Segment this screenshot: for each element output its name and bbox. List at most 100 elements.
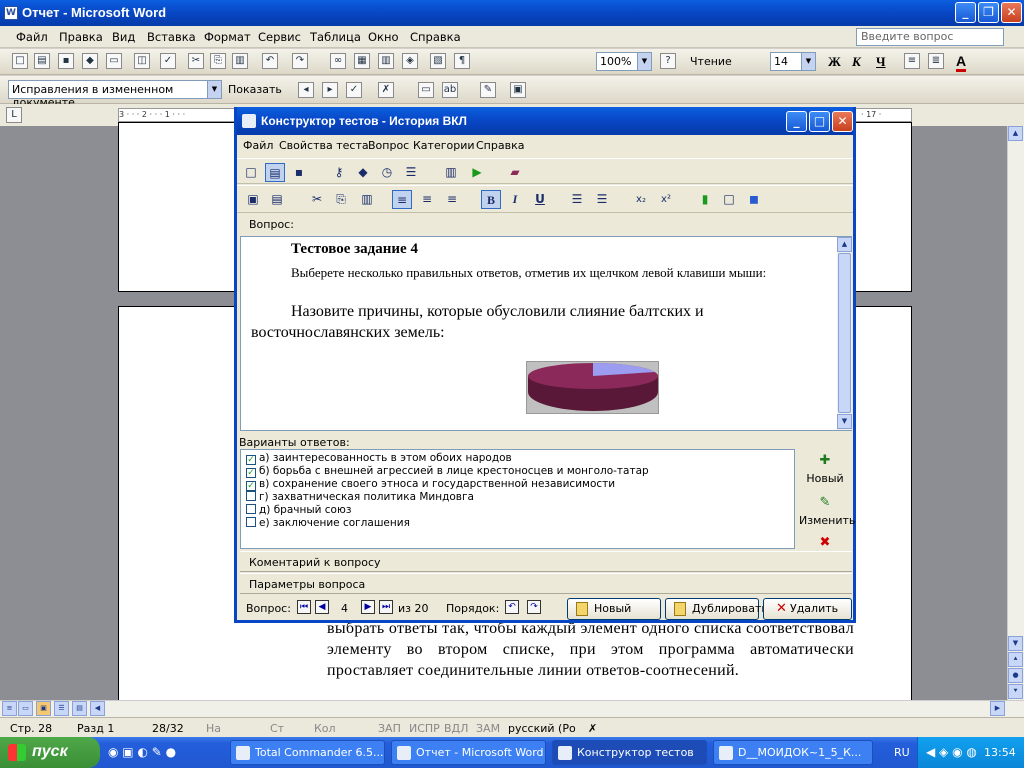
browse-object-icon[interactable]: ●	[1008, 668, 1023, 683]
copy-icon[interactable]: ⎘	[210, 53, 226, 69]
tray-icons[interactable]: ◀ ◈ ◉ ◍	[926, 745, 977, 759]
vertical-scrollbar[interactable]: ▲ ▼ ⯅ ● ⯆	[1007, 126, 1024, 700]
help-icon[interactable]: ?	[660, 53, 676, 69]
track-changes-icon[interactable]: ✎	[480, 82, 496, 98]
checkbox-unchecked[interactable]	[246, 517, 256, 527]
paste-icon[interactable]: ▥	[357, 190, 377, 209]
prev-page-icon[interactable]: ⯅	[1008, 652, 1023, 667]
italic-button[interactable]: К	[852, 54, 861, 70]
answer-item[interactable]: е) заключение соглашения	[246, 517, 410, 529]
read-mode-button[interactable]: Чтение	[690, 55, 732, 68]
timer-icon[interactable]: ◷	[377, 163, 397, 182]
edit-answer-button[interactable]: ✎ Изменить	[799, 495, 855, 527]
bold-icon[interactable]: B	[481, 190, 501, 209]
underline-icon[interactable]: U	[530, 190, 550, 209]
pilcrow-icon[interactable]: ¶	[454, 53, 470, 69]
status-language[interactable]: русский (Ро	[508, 722, 576, 735]
checkbox-unchecked[interactable]	[246, 504, 256, 514]
web-view-icon[interactable]: ▭	[18, 701, 33, 716]
app-icon[interactable]	[242, 114, 256, 128]
menu-view[interactable]: Вид	[112, 30, 135, 44]
align-left-icon[interactable]: ≡	[392, 190, 412, 209]
order-down-icon[interactable]: ↷	[527, 600, 541, 614]
answer-item[interactable]: г) захватническая политика Миндовга	[246, 491, 474, 503]
status-ext[interactable]: ВДЛ	[444, 722, 468, 735]
bold-button[interactable]: Ж	[828, 54, 841, 70]
menu-tools[interactable]: Сервис	[258, 30, 301, 44]
permission-icon[interactable]: ◆	[82, 53, 98, 69]
document-paragraph[interactable]: выбрать ответы так, чтобы каждый элемент…	[327, 618, 854, 681]
dialog-maximize-button[interactable]: □	[809, 111, 830, 132]
normal-view-icon[interactable]: ≡	[2, 701, 17, 716]
list-icon[interactable]: ☰	[401, 163, 421, 182]
print-preview-icon[interactable]: ◫	[134, 53, 150, 69]
dlg-menu-help[interactable]: Справка	[476, 139, 524, 152]
italic-icon[interactable]: I	[505, 190, 525, 209]
spelling-icon[interactable]: ✓	[160, 53, 176, 69]
paste-icon[interactable]: ▥	[232, 53, 248, 69]
delete-question-button[interactable]: ✕ Удалить	[763, 598, 852, 620]
warning-icon[interactable]: ◆	[353, 163, 373, 182]
checkbox-checked[interactable]: ✓	[246, 481, 256, 491]
tab-selector-icon[interactable]: L	[6, 107, 22, 123]
undo-icon[interactable]: ↶	[262, 53, 278, 69]
preview-icon[interactable]: ▥	[441, 163, 461, 182]
cut-icon[interactable]: ✂	[307, 190, 327, 209]
dlg-menu-test-properties[interactable]: Свойства теста	[279, 139, 369, 152]
new-answer-button[interactable]: ✚ Новый	[799, 453, 851, 485]
restore-button[interactable]: ❐	[978, 2, 999, 23]
start-button[interactable]: пуск	[0, 737, 100, 768]
insert-icon[interactable]: ▣	[243, 190, 263, 209]
next-question-icon[interactable]: ▶	[361, 600, 375, 614]
menu-window[interactable]: Окно	[368, 30, 399, 44]
run-icon[interactable]: ▶	[467, 163, 487, 182]
show-markup-button[interactable]: Показать	[228, 83, 282, 96]
highlight-icon[interactable]: ab	[442, 82, 458, 98]
word-app-icon[interactable]: W	[4, 6, 18, 20]
zoom-select[interactable]: 100% ▼	[596, 52, 652, 71]
table-icon[interactable]: ▦	[354, 53, 370, 69]
font-size-select[interactable]: 14 ▼	[770, 52, 816, 71]
answer-item[interactable]: ✓ а) заинтересованность в этом обоих наро…	[246, 452, 512, 465]
menu-table[interactable]: Таблица	[310, 30, 361, 44]
accept-change-icon[interactable]: ✓	[346, 82, 362, 98]
dlg-menu-file[interactable]: Файл	[243, 139, 273, 152]
numbering-icon[interactable]: ☰	[592, 190, 612, 209]
first-question-icon[interactable]: ⏮	[297, 600, 311, 614]
subscript-icon[interactable]: x₂	[631, 190, 651, 209]
task-test-constructor[interactable]: Конструктор тестов	[552, 740, 707, 765]
align-right-icon[interactable]: ≡	[442, 190, 462, 209]
status-ovr[interactable]: ЗАМ	[476, 722, 500, 735]
underline-button[interactable]: Ч	[876, 54, 886, 70]
checkbox-unchecked[interactable]	[246, 491, 256, 501]
scroll-left-icon[interactable]: ◀	[90, 701, 105, 716]
quick-launch[interactable]: ◉ ▣ ◐ ✎ ●	[108, 745, 218, 761]
spelling-status-icon[interactable]: ✗	[588, 722, 597, 735]
order-up-icon[interactable]: ↶	[505, 600, 519, 614]
superscript-icon[interactable]: x²	[656, 190, 676, 209]
scroll-up-icon[interactable]: ▲	[837, 237, 852, 252]
comment-section[interactable]: Коментарий к вопросу	[240, 551, 852, 572]
task-total-commander[interactable]: Total Commander 6.5...	[230, 740, 385, 765]
print-icon[interactable]: ▭	[106, 53, 122, 69]
checkbox-checked[interactable]: ✓	[246, 455, 256, 465]
hyperlink-icon[interactable]: ∞	[330, 53, 346, 69]
question-editor[interactable]: Тестовое задание 4 Выберете несколько пр…	[240, 236, 852, 431]
track-mode-select[interactable]: Исправления в измененном документе ▼	[8, 80, 222, 109]
last-question-icon[interactable]: ⏭	[379, 600, 393, 614]
scroll-up-icon[interactable]: ▲	[1008, 126, 1023, 141]
checkbox-checked[interactable]: ✓	[246, 468, 256, 478]
paste-special-icon[interactable]: ▤	[267, 190, 287, 209]
key-icon[interactable]: ⚷	[329, 163, 349, 182]
minimize-button[interactable]: _	[955, 2, 976, 23]
delete-answer-button[interactable]: ✖	[799, 535, 851, 549]
menu-file[interactable]: Файл	[16, 30, 48, 44]
scroll-down-icon[interactable]: ▼	[837, 414, 852, 429]
clock[interactable]: 13:54	[984, 746, 1016, 759]
columns-icon[interactable]: ▥	[378, 53, 394, 69]
page-icon[interactable]: □	[719, 190, 739, 209]
book-icon[interactable]: ▰	[505, 163, 525, 182]
scroll-down-icon[interactable]: ▼	[1008, 636, 1023, 651]
chart-icon[interactable]: ▮	[695, 190, 715, 209]
status-trk[interactable]: ИСПР	[409, 722, 440, 735]
